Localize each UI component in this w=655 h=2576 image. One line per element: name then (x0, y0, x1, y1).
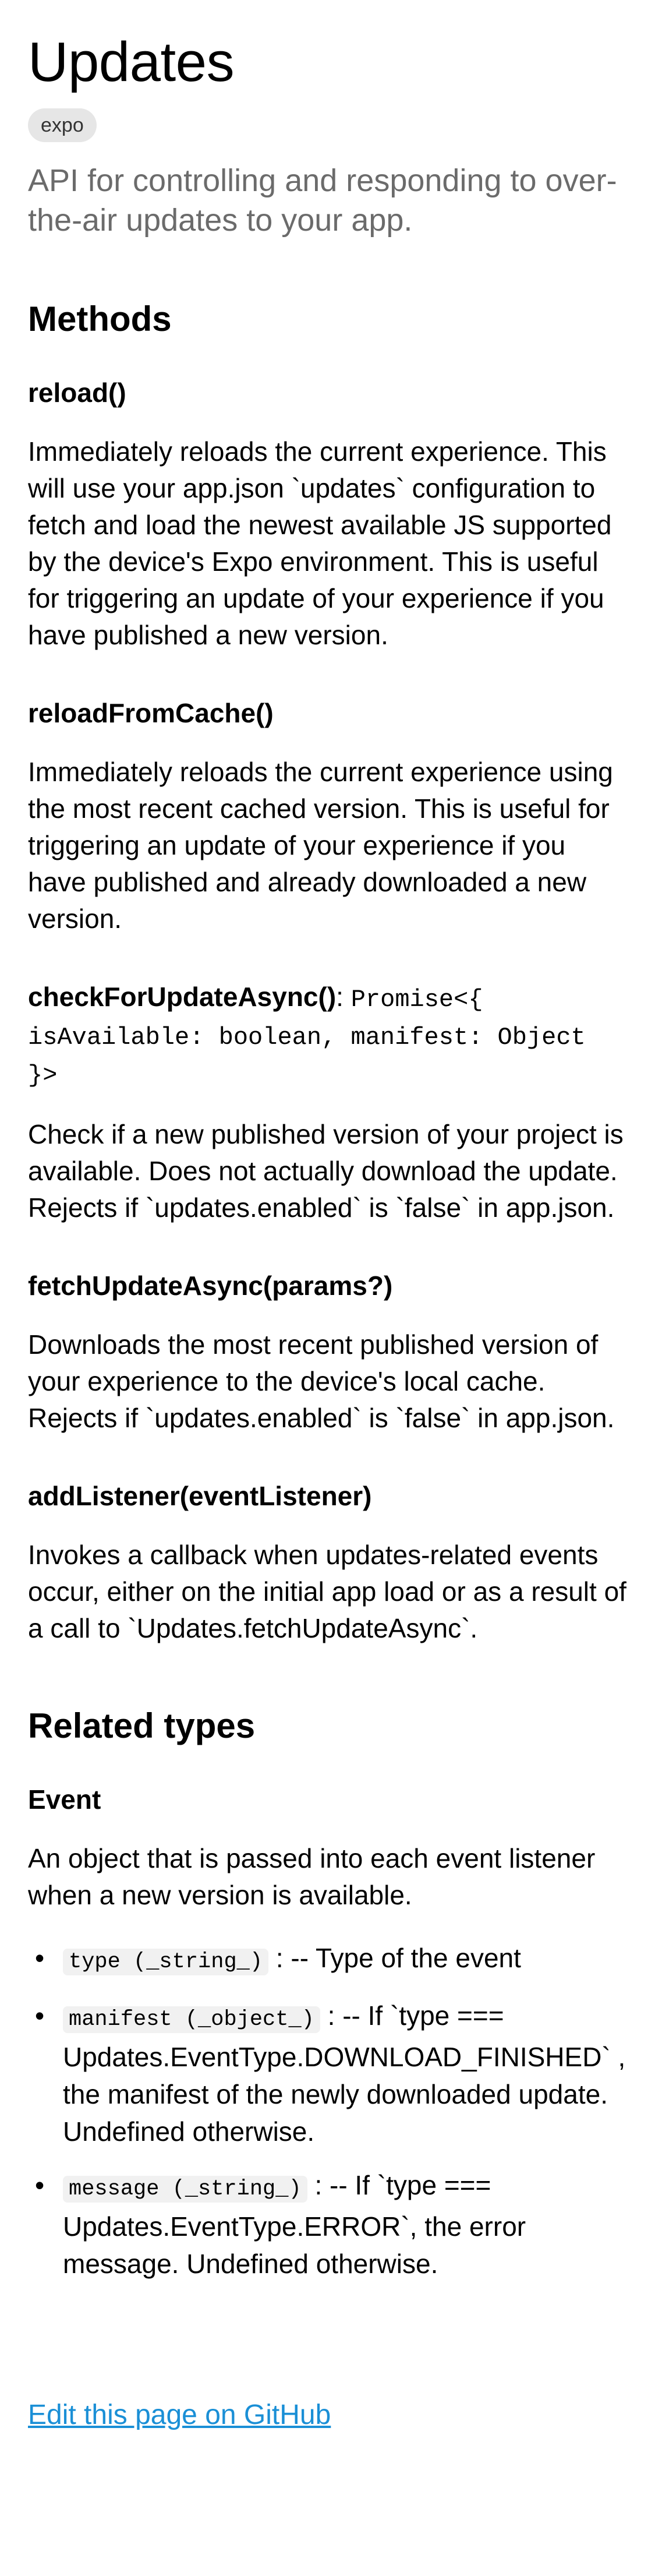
method-name: fetchUpdateAsync(params?) (28, 1271, 393, 1301)
method-check-for-update-async: checkForUpdateAsync(): Promise<{ isAvail… (28, 979, 627, 1226)
method-reload: reload() Immediately reloads the current… (28, 375, 627, 654)
method-name: checkForUpdateAsync() (28, 982, 337, 1012)
property-text: : -- Type of the event (275, 1943, 521, 1973)
page-subtitle: API for controlling and responding to ov… (28, 163, 617, 238)
bullet-icon: • (35, 1943, 45, 1973)
bullet-icon: • (35, 2170, 45, 2200)
method-add-listener: addListener(eventListener) Invokes a cal… (28, 1478, 627, 1647)
list-item: • type (_string_) : -- Type of the event (28, 1939, 627, 1981)
related-types-heading: Related types (28, 1706, 256, 1745)
list-item: • manifest (_object_) : -- If `type === U… (28, 1997, 627, 2150)
method-description: Immediately reloads the current experien… (28, 757, 613, 934)
page-title: Updates (28, 31, 235, 93)
bullet-icon: • (35, 2000, 45, 2031)
list-item: • message (_string_) : -- If `type === Up… (28, 2166, 627, 2282)
signature-colon: : (336, 982, 344, 1012)
method-name: addListener(eventListener) (28, 1481, 372, 1511)
method-name: reloadFromCache() (28, 698, 274, 728)
platform-badge: expo (28, 108, 97, 142)
property-code: type (_string_) (63, 1949, 269, 1975)
type-name-event: Event (28, 1784, 101, 1815)
property-code: message (_string_) (63, 2176, 307, 2203)
method-description: Check if a new published version of your… (28, 1119, 624, 1223)
method-description: Invokes a callback when updates-related … (28, 1540, 626, 1643)
methods-heading: Methods (28, 299, 172, 338)
method-name: reload() (28, 377, 126, 408)
property-code: manifest (_object_) (63, 2006, 320, 2033)
method-reload-from-cache: reloadFromCache() Immediately reloads th… (28, 696, 627, 937)
method-description: Downloads the most recent published vers… (28, 1329, 615, 1433)
edit-on-github-link[interactable]: Edit this page on GitHub (28, 2399, 331, 2431)
event-properties-list: • type (_string_) : -- Type of the event … (28, 1939, 627, 2282)
method-heading: checkForUpdateAsync(): Promise<{ isAvail… (28, 979, 627, 1093)
method-description: Immediately reloads the current experien… (28, 436, 612, 650)
method-fetch-update-async: fetchUpdateAsync(params?) Downloads the … (28, 1268, 627, 1437)
doc-page: Updates expo API for controlling and res… (0, 0, 655, 2431)
type-description: An object that is passed into each event… (28, 1843, 596, 1910)
